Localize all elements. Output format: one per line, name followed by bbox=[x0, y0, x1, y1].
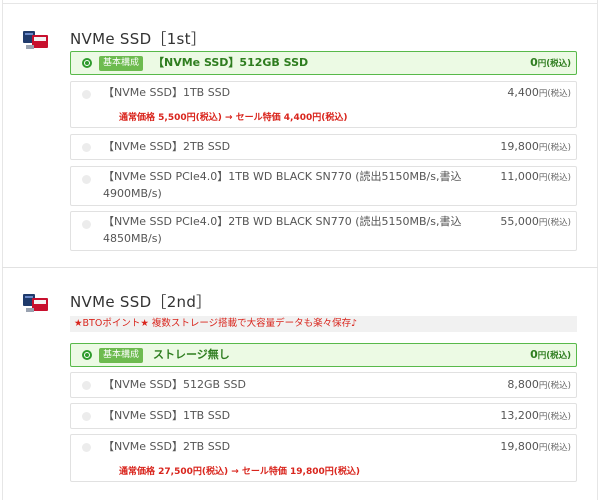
section-title-ssd-2nd: NVMe SSD［2nd］ bbox=[70, 293, 212, 311]
option-label: 【NVMe SSD】1TB SSD bbox=[103, 86, 231, 99]
radio-button[interactable] bbox=[82, 220, 91, 229]
option-price: 8,800円(税込) bbox=[507, 378, 571, 391]
option-2nd-no-storage-default[interactable]: 基本構成 ストレージ無し 0円(税込) bbox=[70, 343, 577, 367]
option-price: 0円(税込) bbox=[530, 56, 571, 69]
ssd-product-icon bbox=[23, 294, 48, 312]
radio-button[interactable] bbox=[82, 175, 91, 184]
radio-button-selected[interactable] bbox=[82, 58, 92, 68]
ssd-product-icon bbox=[23, 31, 48, 49]
option-2nd-1tb[interactable]: 【NVMe SSD】1TB SSD 13,200円(税込) bbox=[70, 403, 577, 429]
option-1st-2tb[interactable]: 【NVMe SSD】2TB SSD 19,800円(税込) bbox=[70, 134, 577, 160]
option-price: 55,000円(税込) bbox=[500, 215, 571, 228]
radio-button-selected[interactable] bbox=[82, 350, 92, 360]
option-label: 【NVMe SSD】2TB SSD bbox=[103, 440, 231, 453]
option-price: 13,200円(税込) bbox=[500, 409, 571, 422]
option-price: 19,800円(税込) bbox=[500, 440, 571, 453]
option-1st-512gb-default[interactable]: 基本構成 【NVMe SSD】512GB SSD 0円(税込) bbox=[70, 51, 577, 75]
option-2nd-2tb[interactable]: 【NVMe SSD】2TB SSD 19,800円(税込) 通常価格 27,50… bbox=[70, 434, 577, 482]
section-divider bbox=[2, 267, 598, 268]
bto-point-note: ★BTOポイント★ 複数ストレージ搭載で大容量データも楽々保存♪ bbox=[70, 316, 577, 332]
sale-price-note: 通常価格 5,500円(税込) → セール特価 4,400円(税込) bbox=[119, 113, 348, 123]
option-1st-pcie4-2tb[interactable]: 【NVMe SSD PCIe4.0】2TB WD BLACK SN770 (読出… bbox=[70, 211, 577, 251]
option-price: 0円(税込) bbox=[530, 348, 571, 361]
option-label-line2: 4850MB/s) bbox=[103, 232, 162, 245]
radio-button[interactable] bbox=[82, 381, 91, 390]
option-label-line1: 【NVMe SSD PCIe4.0】2TB WD BLACK SN770 (読出… bbox=[103, 215, 462, 228]
option-label: 【NVMe SSD】1TB SSD bbox=[103, 409, 231, 422]
default-config-badge: 基本構成 bbox=[99, 56, 144, 71]
option-label-line2: 4900MB/s) bbox=[103, 187, 162, 200]
radio-button[interactable] bbox=[82, 412, 91, 421]
radio-button[interactable] bbox=[82, 443, 91, 452]
option-label: 【NVMe SSD】512GB SSD bbox=[103, 378, 246, 391]
option-price: 4,400円(税込) bbox=[507, 86, 571, 99]
section-title-ssd-1st: NVMe SSD［1st］ bbox=[70, 30, 207, 48]
option-label-line1: 【NVMe SSD PCIe4.0】1TB WD BLACK SN770 (読出… bbox=[103, 170, 462, 183]
default-config-badge: 基本構成 bbox=[99, 348, 144, 363]
option-1st-1tb[interactable]: 【NVMe SSD】1TB SSD 4,400円(税込) 通常価格 5,500円… bbox=[70, 81, 577, 128]
option-price: 19,800円(税込) bbox=[500, 140, 571, 153]
radio-button[interactable] bbox=[82, 143, 91, 152]
top-divider bbox=[2, 3, 598, 4]
option-label: ストレージ無し bbox=[153, 348, 230, 361]
option-label: 【NVMe SSD】512GB SSD bbox=[153, 56, 309, 69]
option-2nd-512gb[interactable]: 【NVMe SSD】512GB SSD 8,800円(税込) bbox=[70, 372, 577, 398]
radio-button[interactable] bbox=[82, 90, 91, 99]
option-1st-pcie4-1tb[interactable]: 【NVMe SSD PCIe4.0】1TB WD BLACK SN770 (読出… bbox=[70, 166, 577, 206]
sale-price-note: 通常価格 27,500円(税込) → セール特価 19,800円(税込) bbox=[119, 467, 360, 477]
option-price: 11,000円(税込) bbox=[500, 170, 571, 183]
option-label: 【NVMe SSD】2TB SSD bbox=[103, 140, 231, 153]
